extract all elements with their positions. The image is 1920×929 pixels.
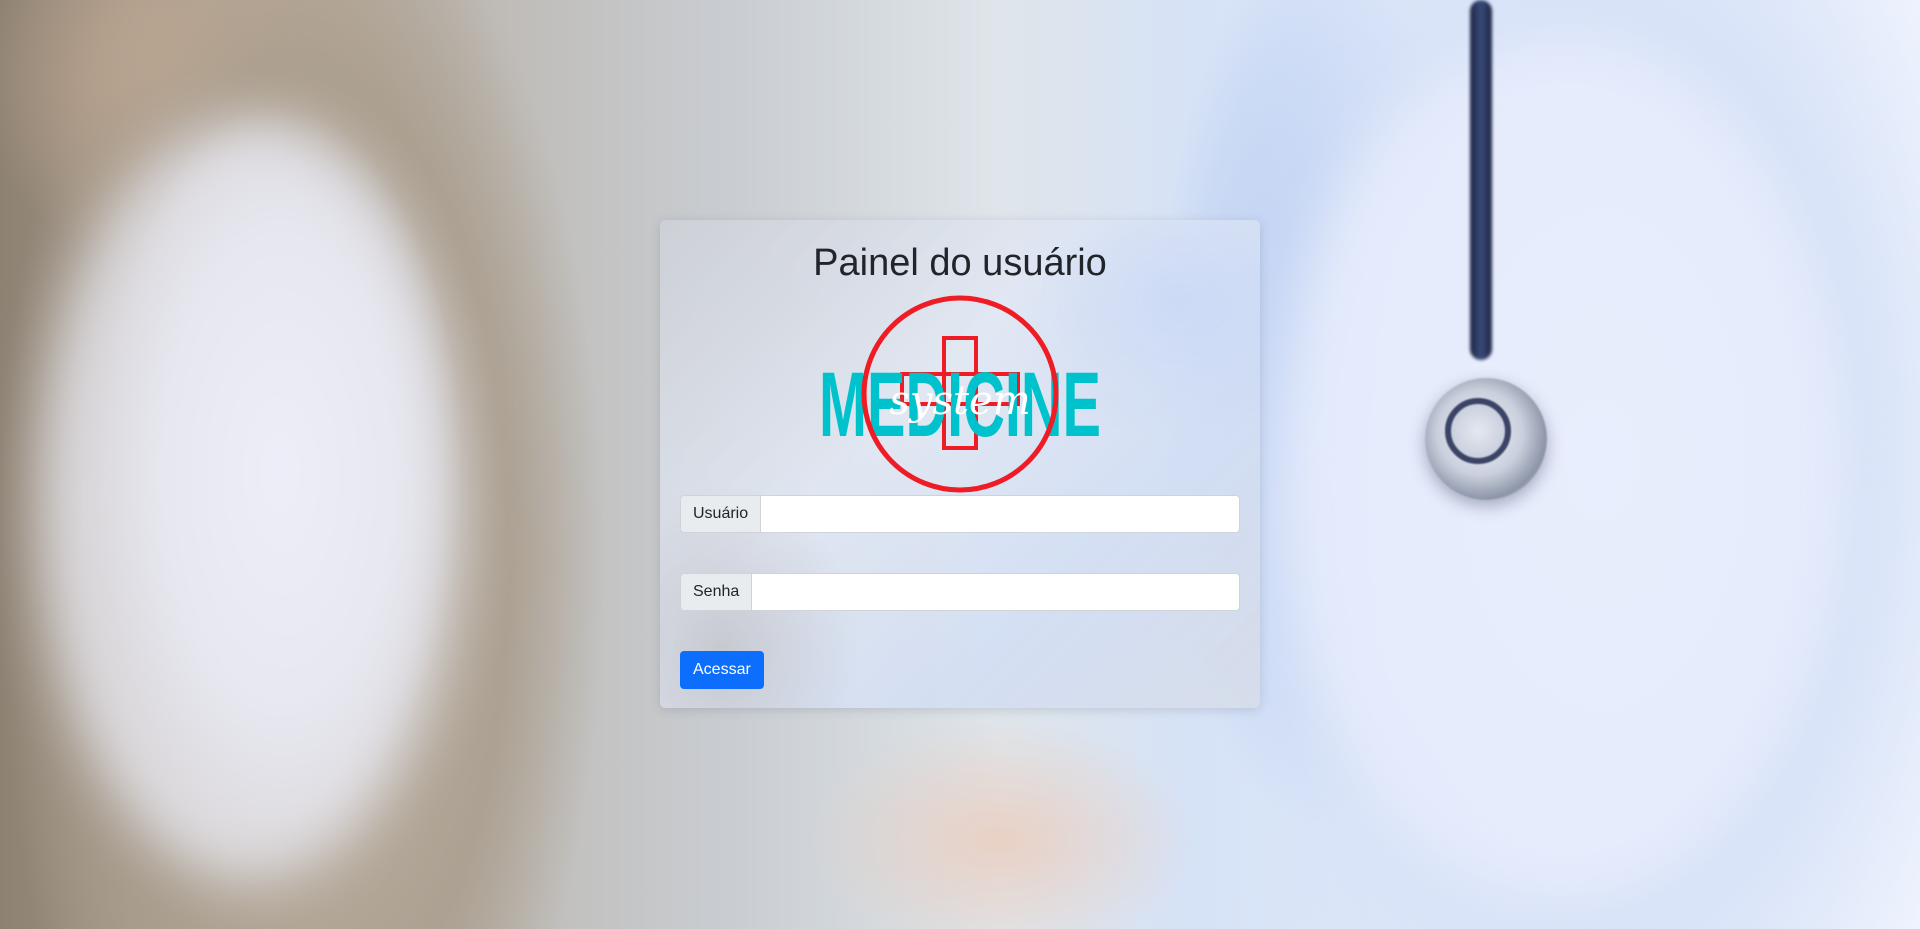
password-input[interactable] — [751, 573, 1240, 611]
password-label: Senha — [680, 573, 752, 611]
stethoscope-tube-decoration — [1470, 0, 1492, 360]
logo-script-text: system — [889, 378, 1030, 424]
login-card: Painel do usuário MEDICINE system Usuári… — [660, 220, 1260, 708]
username-group: Usuário — [680, 495, 1240, 533]
submit-button[interactable]: Acessar — [680, 651, 764, 689]
medicine-system-logo: MEDICINE system — [819, 295, 1101, 493]
background-photo-doctor — [1280, 40, 1840, 900]
username-label: Usuário — [680, 495, 761, 533]
username-input[interactable] — [760, 495, 1240, 533]
background-photo-patient — [40, 120, 460, 880]
page-title: Painel do usuário — [813, 242, 1107, 284]
page-background: Painel do usuário MEDICINE system Usuári… — [0, 0, 1920, 929]
password-group: Senha — [680, 573, 1240, 611]
stethoscope-icon — [1425, 378, 1547, 500]
